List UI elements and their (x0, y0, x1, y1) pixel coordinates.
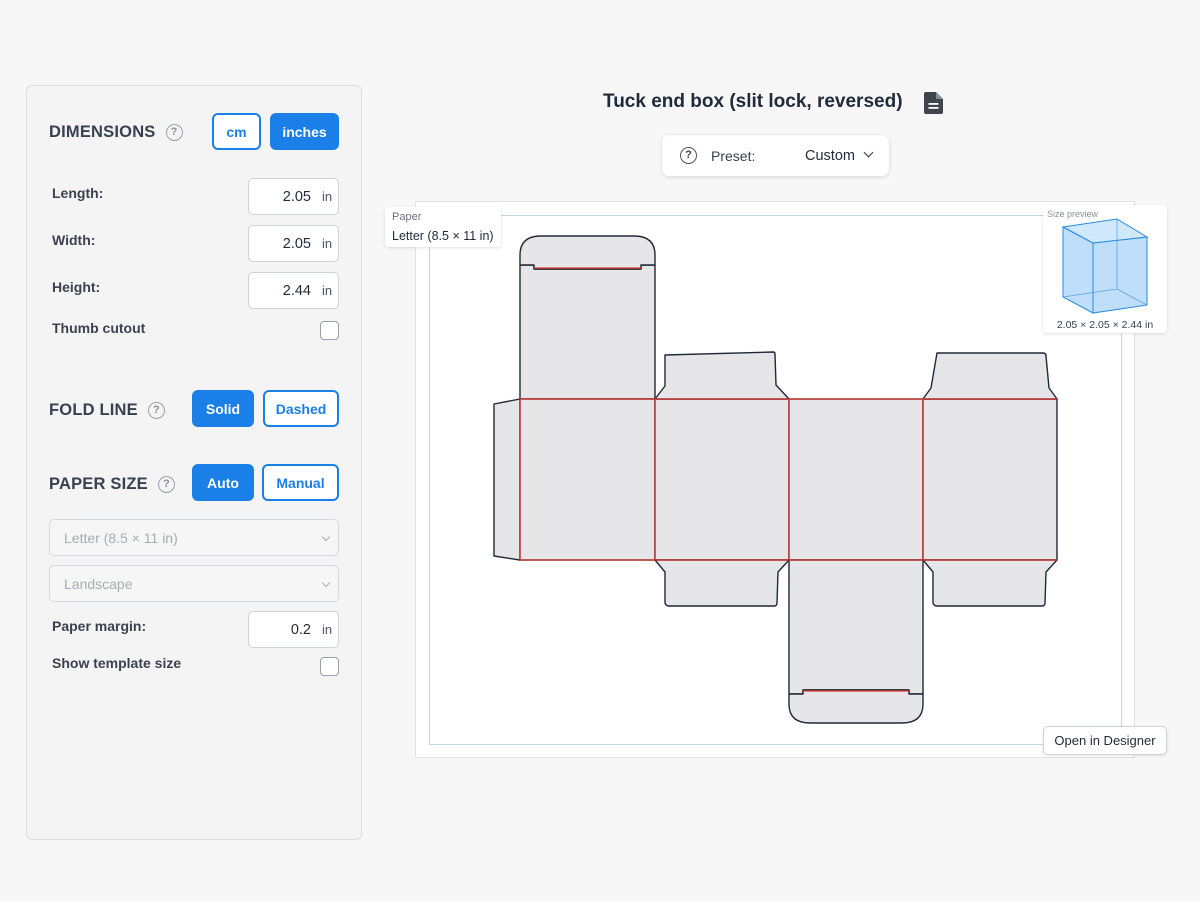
box-dieline (493, 235, 1058, 724)
top-tuck-flap (519, 264, 656, 400)
paper-tag: Paper Letter (8.5 × 11 in) (385, 207, 501, 247)
bottom-tuck-tongue (788, 689, 924, 724)
paper-tag-label: Paper (392, 211, 422, 223)
dust-flap-top-2 (654, 351, 790, 400)
top-tuck-tongue (519, 235, 656, 270)
dust-flap-bottom-2 (654, 559, 790, 607)
panel-3 (788, 398, 924, 561)
glue-flap (493, 398, 521, 561)
panel-4 (922, 398, 1058, 561)
box-3d-icon (1061, 218, 1149, 314)
paper-tag-value: Letter (8.5 × 11 in) (392, 229, 494, 243)
panel-1 (519, 398, 656, 561)
size-preview-dims: 2.05 × 2.05 × 2.44 in (1056, 319, 1154, 331)
size-preview: Size preview 2.05 × 2.05 × 2.44 in (1043, 205, 1167, 333)
dust-flap-bottom-4 (922, 559, 1058, 607)
bottom-tuck-flap (788, 559, 924, 695)
dust-flap-top-4 (922, 352, 1058, 400)
panel-2 (654, 398, 790, 561)
open-in-designer-button[interactable]: Open in Designer (1043, 726, 1167, 755)
